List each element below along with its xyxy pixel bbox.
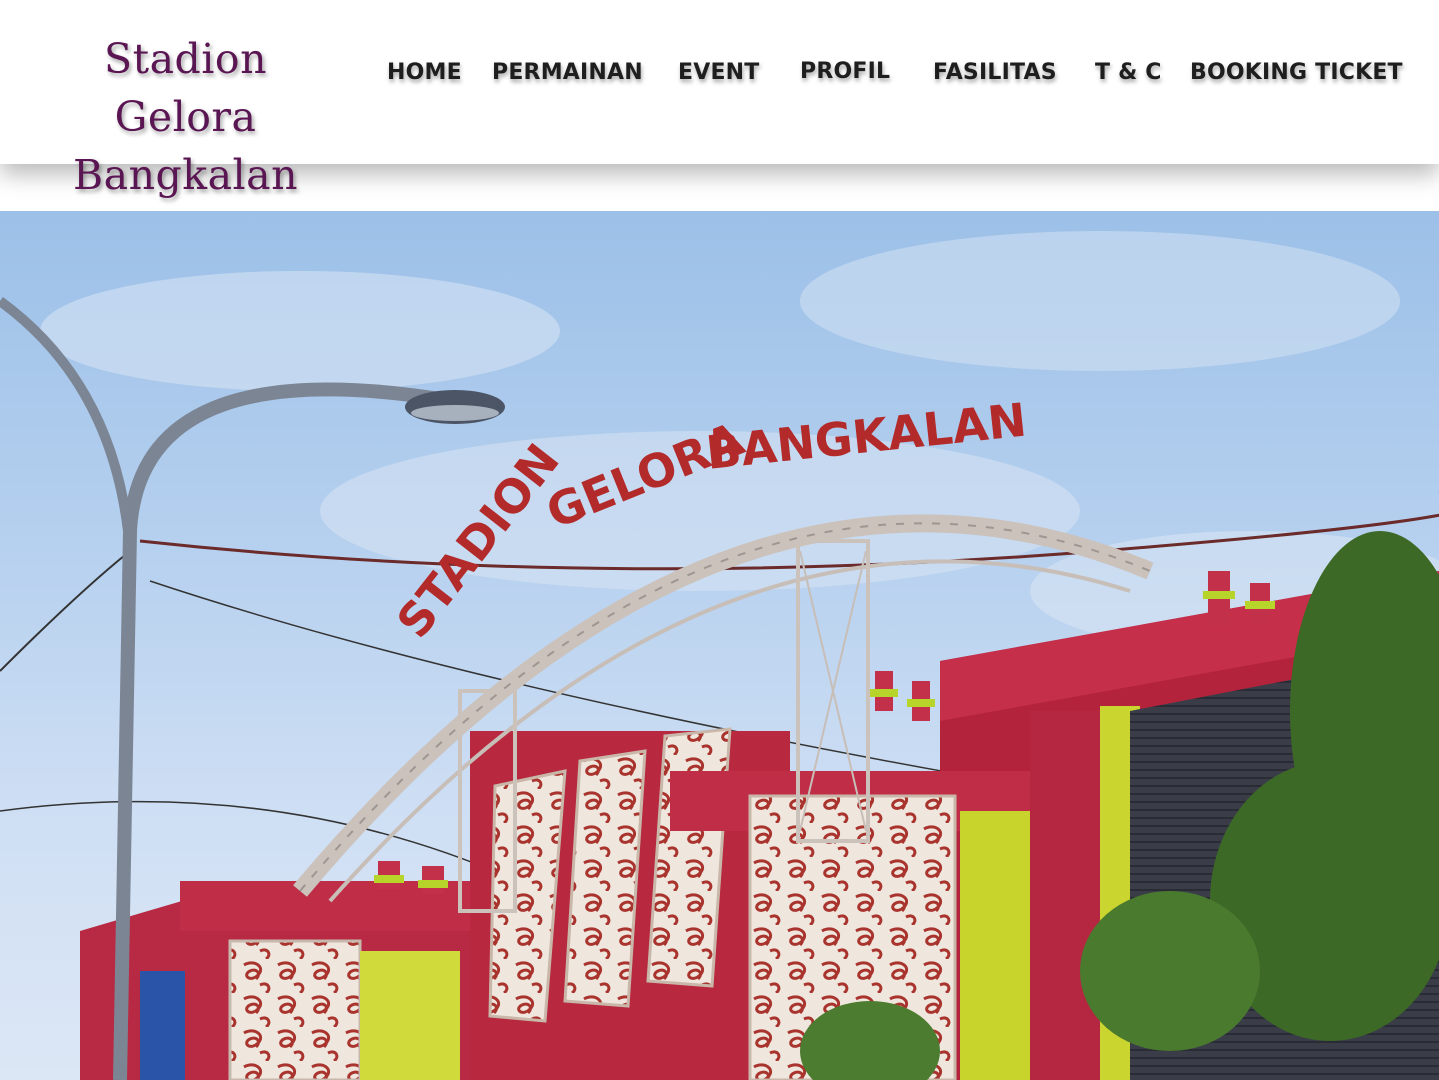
nav-profil[interactable]: PROFIL — [800, 59, 890, 84]
site-brand[interactable]: Stadion Gelora Bangkalan — [28, 30, 343, 204]
nav-tc[interactable]: T & C — [1095, 60, 1162, 85]
top-navbar: Stadion Gelora Bangkalan HOME PERMAINAN … — [0, 0, 1439, 199]
nav-fasilitas[interactable]: FASILITAS — [933, 60, 1057, 85]
nav-home[interactable]: HOME — [387, 60, 462, 85]
stadium-photo: STADION GELORA BANGKALAN — [0, 231, 1439, 1080]
hero-image: STADION GELORA BANGKALAN — [0, 211, 1439, 1080]
nav-event[interactable]: EVENT — [678, 60, 760, 85]
nav-permainan[interactable]: PERMAINAN — [492, 60, 643, 85]
brand-line-2: Bangkalan — [73, 151, 298, 199]
brand-line-1: Stadion Gelora — [104, 35, 267, 141]
nav-booking-ticket[interactable]: BOOKING TICKET — [1190, 60, 1403, 85]
